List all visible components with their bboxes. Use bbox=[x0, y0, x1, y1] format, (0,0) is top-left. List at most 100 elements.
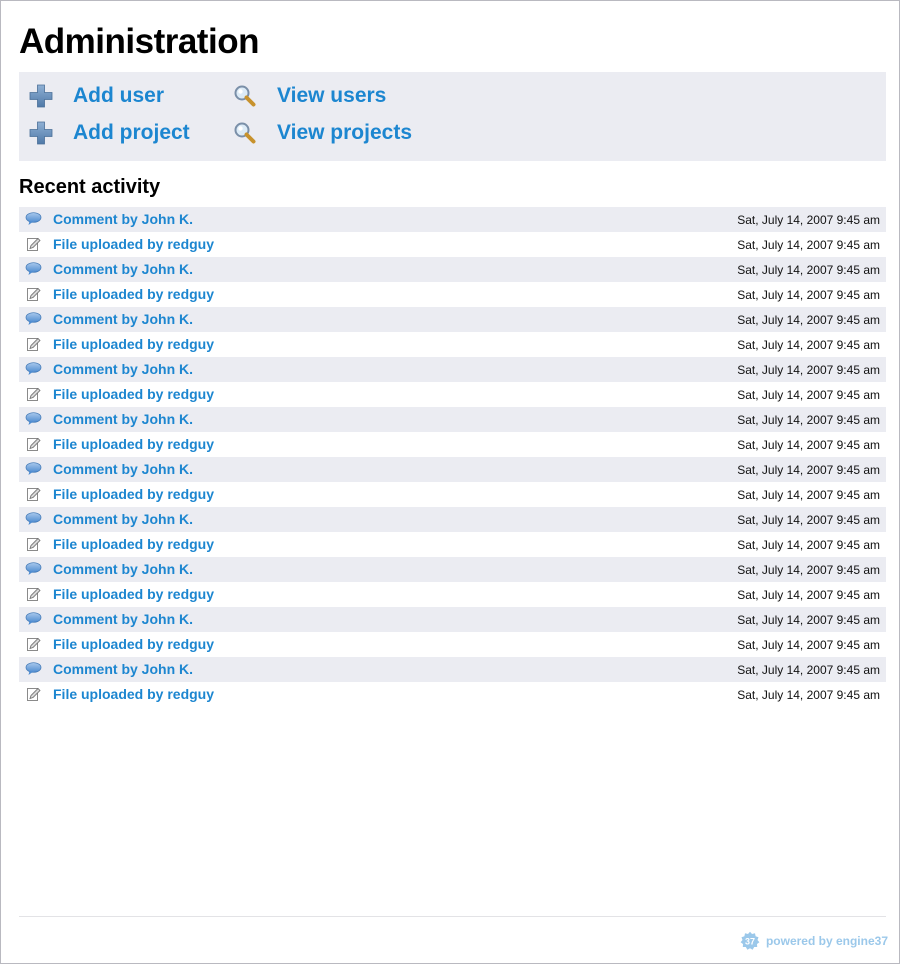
activity-date: Sat, July 14, 2007 9:45 am bbox=[737, 488, 880, 502]
powered-by-label: powered by engine37 bbox=[765, 934, 888, 948]
activity-date: Sat, July 14, 2007 9:45 am bbox=[737, 413, 880, 427]
activity-date: Sat, July 14, 2007 9:45 am bbox=[737, 363, 880, 377]
magnifier-icon bbox=[234, 122, 256, 144]
comment-bubble-icon bbox=[25, 611, 42, 628]
comment-bubble-icon bbox=[25, 561, 42, 578]
file-edit-icon bbox=[25, 436, 42, 453]
add-user-label: Add user bbox=[73, 84, 165, 107]
activity-date: Sat, July 14, 2007 9:45 am bbox=[737, 638, 880, 652]
activity-date: Sat, July 14, 2007 9:45 am bbox=[737, 263, 880, 277]
activity-row: File uploaded by redguy Sat, July 14, 20… bbox=[19, 432, 886, 457]
activity-row: Comment by John K. Sat, July 14, 2007 9:… bbox=[19, 557, 886, 582]
activity-date: Sat, July 14, 2007 9:45 am bbox=[737, 288, 880, 302]
view-users-link[interactable]: View users bbox=[232, 82, 386, 110]
view-users-label: View users bbox=[277, 84, 387, 107]
activity-link[interactable]: File uploaded by redguy bbox=[53, 536, 214, 553]
activity-link[interactable]: Comment by John K. bbox=[53, 411, 193, 428]
activity-row: File uploaded by redguy Sat, July 14, 20… bbox=[19, 632, 886, 657]
activity-link[interactable]: Comment by John K. bbox=[53, 611, 193, 628]
activity-row: File uploaded by redguy Sat, July 14, 20… bbox=[19, 232, 886, 257]
file-edit-icon bbox=[25, 336, 42, 353]
add-user-link[interactable]: Add user bbox=[28, 82, 164, 110]
activity-row: Comment by John K. Sat, July 14, 2007 9:… bbox=[19, 357, 886, 382]
activity-date: Sat, July 14, 2007 9:45 am bbox=[737, 338, 880, 352]
activity-row: File uploaded by redguy Sat, July 14, 20… bbox=[19, 482, 886, 507]
activity-row: Comment by John K. Sat, July 14, 2007 9:… bbox=[19, 307, 886, 332]
add-project-label: Add project bbox=[73, 121, 190, 144]
activity-link[interactable]: File uploaded by redguy bbox=[53, 486, 214, 503]
quick-actions-panel: Add user Add project View users View pro… bbox=[19, 72, 886, 161]
activity-row: Comment by John K. Sat, July 14, 2007 9:… bbox=[19, 407, 886, 432]
recent-activity-title: Recent activity bbox=[19, 176, 161, 198]
activity-date: Sat, July 14, 2007 9:45 am bbox=[737, 463, 880, 477]
activity-date: Sat, July 14, 2007 9:45 am bbox=[737, 313, 880, 327]
activity-row: Comment by John K. Sat, July 14, 2007 9:… bbox=[19, 257, 886, 282]
activity-row: Comment by John K. Sat, July 14, 2007 9:… bbox=[19, 657, 886, 682]
engine37-logo-text: 37 bbox=[745, 937, 755, 947]
activity-link[interactable]: Comment by John K. bbox=[53, 361, 193, 378]
activity-row: File uploaded by redguy Sat, July 14, 20… bbox=[19, 682, 886, 707]
file-edit-icon bbox=[25, 536, 42, 553]
activity-date: Sat, July 14, 2007 9:45 am bbox=[737, 513, 880, 527]
engine37-gear-icon: 37 bbox=[740, 931, 760, 950]
activity-date: Sat, July 14, 2007 9:45 am bbox=[737, 688, 880, 702]
plus-icon bbox=[29, 84, 53, 108]
activity-link[interactable]: Comment by John K. bbox=[53, 511, 193, 528]
comment-bubble-icon bbox=[25, 511, 42, 528]
file-edit-icon bbox=[25, 386, 42, 403]
activity-date: Sat, July 14, 2007 9:45 am bbox=[737, 663, 880, 677]
activity-date: Sat, July 14, 2007 9:45 am bbox=[737, 588, 880, 602]
comment-bubble-icon bbox=[25, 361, 42, 378]
file-edit-icon bbox=[25, 586, 42, 603]
file-edit-icon bbox=[25, 486, 42, 503]
comment-bubble-icon bbox=[25, 461, 42, 478]
activity-date: Sat, July 14, 2007 9:45 am bbox=[737, 238, 880, 252]
activity-link[interactable]: File uploaded by redguy bbox=[53, 286, 214, 303]
comment-bubble-icon bbox=[25, 211, 42, 228]
footer-divider bbox=[19, 916, 886, 917]
activity-link[interactable]: File uploaded by redguy bbox=[53, 436, 214, 453]
activity-date: Sat, July 14, 2007 9:45 am bbox=[737, 388, 880, 402]
activity-link[interactable]: Comment by John K. bbox=[53, 311, 193, 328]
page-frame: Administration Add user Add project View… bbox=[0, 0, 900, 964]
activity-link[interactable]: File uploaded by redguy bbox=[53, 236, 214, 253]
powered-by-link[interactable]: 37 powered by engine37 bbox=[740, 931, 888, 951]
recent-activity-list: Comment by John K. Sat, July 14, 2007 9:… bbox=[19, 207, 886, 707]
activity-row: Comment by John K. Sat, July 14, 2007 9:… bbox=[19, 457, 886, 482]
activity-date: Sat, July 14, 2007 9:45 am bbox=[737, 538, 880, 552]
magnifier-icon bbox=[234, 85, 256, 107]
activity-date: Sat, July 14, 2007 9:45 am bbox=[737, 438, 880, 452]
activity-row: Comment by John K. Sat, July 14, 2007 9:… bbox=[19, 607, 886, 632]
activity-link[interactable]: Comment by John K. bbox=[53, 661, 193, 678]
page-title: Administration bbox=[19, 22, 259, 61]
activity-link[interactable]: File uploaded by redguy bbox=[53, 586, 214, 603]
view-projects-label: View projects bbox=[277, 121, 413, 144]
file-edit-icon bbox=[25, 236, 42, 253]
activity-link[interactable]: File uploaded by redguy bbox=[53, 336, 214, 353]
activity-link[interactable]: Comment by John K. bbox=[53, 461, 193, 478]
activity-link[interactable]: File uploaded by redguy bbox=[53, 636, 214, 653]
activity-row: Comment by John K. Sat, July 14, 2007 9:… bbox=[19, 207, 886, 232]
comment-bubble-icon bbox=[25, 661, 42, 678]
activity-link[interactable]: Comment by John K. bbox=[53, 561, 193, 578]
file-edit-icon bbox=[25, 286, 42, 303]
activity-link[interactable]: File uploaded by redguy bbox=[53, 386, 214, 403]
activity-date: Sat, July 14, 2007 9:45 am bbox=[737, 563, 880, 577]
activity-link[interactable]: File uploaded by redguy bbox=[53, 686, 214, 703]
activity-row: Comment by John K. Sat, July 14, 2007 9:… bbox=[19, 507, 886, 532]
comment-bubble-icon bbox=[25, 311, 42, 328]
comment-bubble-icon bbox=[25, 261, 42, 278]
activity-row: File uploaded by redguy Sat, July 14, 20… bbox=[19, 532, 886, 557]
activity-row: File uploaded by redguy Sat, July 14, 20… bbox=[19, 382, 886, 407]
file-edit-icon bbox=[25, 686, 42, 703]
activity-row: File uploaded by redguy Sat, July 14, 20… bbox=[19, 282, 886, 307]
add-project-link[interactable]: Add project bbox=[28, 119, 190, 147]
activity-link[interactable]: Comment by John K. bbox=[53, 211, 193, 228]
activity-link[interactable]: Comment by John K. bbox=[53, 261, 193, 278]
activity-date: Sat, July 14, 2007 9:45 am bbox=[737, 213, 880, 227]
plus-icon bbox=[29, 121, 53, 145]
activity-row: File uploaded by redguy Sat, July 14, 20… bbox=[19, 582, 886, 607]
view-projects-link[interactable]: View projects bbox=[232, 119, 412, 147]
comment-bubble-icon bbox=[25, 411, 42, 428]
file-edit-icon bbox=[25, 636, 42, 653]
